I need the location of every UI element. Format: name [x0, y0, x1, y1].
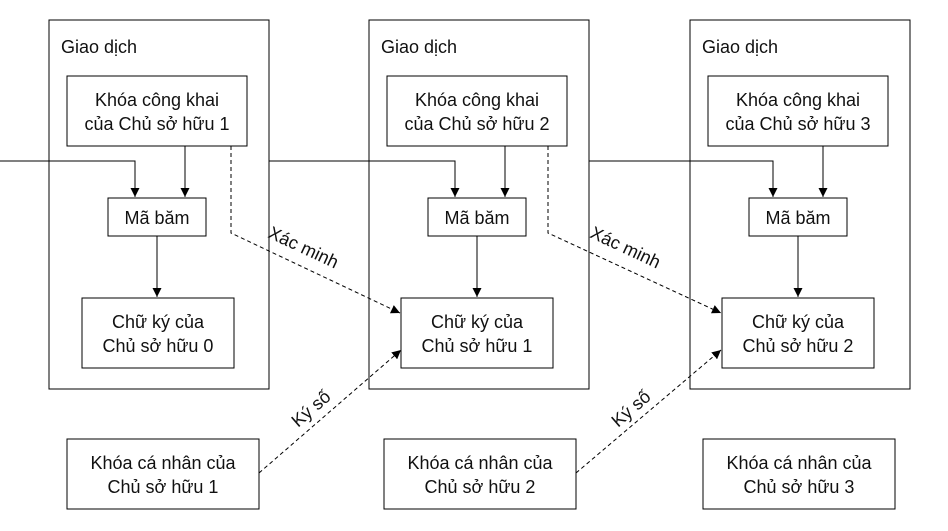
- public-key-line-1: Khóa công khai: [95, 90, 219, 110]
- transaction-3: Giao dịch Khóa công khai của Chủ sở hữu …: [689, 19, 911, 390]
- transaction-2-hash-box: Mã băm: [427, 197, 527, 237]
- transaction-2-title: Giao dịch: [381, 37, 457, 57]
- signature-line-1: Chữ ký của: [752, 312, 845, 332]
- transaction-3-hash-box: Mã băm: [748, 197, 848, 237]
- sign-arrow-2: [575, 349, 722, 474]
- transaction-2-public-key-box: Khóa công khai của Chủ sở hữu 2: [386, 75, 568, 147]
- signature-line-2: Chủ sở hữu 1: [422, 336, 533, 356]
- transaction-3-public-key-box: Khóa công khai của Chủ sở hữu 3: [707, 75, 889, 147]
- private-key-line-2: Chủ sở hữu 3: [744, 477, 855, 497]
- transaction-chain-diagram: Giao dịch Khóa công khai của Chủ sở hữu …: [0, 19, 911, 510]
- transaction-1-public-key-box: Khóa công khai của Chủ sở hữu 1: [66, 75, 248, 147]
- private-key-box-2: Khóa cá nhân của Chủ sở hữu 2: [383, 438, 577, 510]
- private-key-line-1: Khóa cá nhân của: [726, 453, 872, 473]
- signature-line-1: Chữ ký của: [112, 312, 205, 332]
- private-key-box-3: Khóa cá nhân của Chủ sở hữu 3: [702, 438, 896, 510]
- sign-label-2: Ký số: [608, 386, 655, 431]
- public-key-line-1: Khóa công khai: [415, 90, 539, 110]
- transaction-1-hash-box: Mã băm: [107, 197, 207, 237]
- verify-label-2: Xác minh: [587, 222, 663, 272]
- private-key-line-1: Khóa cá nhân của: [407, 453, 553, 473]
- hash-label: Mã băm: [765, 208, 830, 228]
- transaction-2: Giao dịch Khóa công khai của Chủ sở hữu …: [368, 19, 590, 390]
- public-key-line-2: của Chủ sở hữu 3: [726, 114, 871, 134]
- transaction-2-signature-box: Chữ ký của Chủ sở hữu 1: [400, 297, 554, 369]
- signature-line-2: Chủ sở hữu 0: [103, 336, 214, 356]
- transaction-1-signature-box: Chữ ký của Chủ sở hữu 0: [81, 297, 235, 369]
- public-key-line-1: Khóa công khai: [736, 90, 860, 110]
- transaction-3-signature-box: Chữ ký của Chủ sở hữu 2: [721, 297, 875, 369]
- public-key-line-2: của Chủ sở hữu 2: [405, 114, 550, 134]
- private-key-line-1: Khóa cá nhân của: [90, 453, 236, 473]
- signature-line-2: Chủ sở hữu 2: [743, 336, 854, 356]
- public-key-line-2: của Chủ sở hữu 1: [85, 114, 230, 134]
- transaction-1-title: Giao dịch: [61, 37, 137, 57]
- hash-label: Mã băm: [124, 208, 189, 228]
- verify-label-1: Xác minh: [265, 222, 341, 272]
- sign-label-1: Ký số: [288, 386, 335, 431]
- private-key-line-2: Chủ sở hữu 2: [425, 477, 536, 497]
- private-key-line-2: Chủ sở hữu 1: [108, 477, 219, 497]
- transaction-3-title: Giao dịch: [702, 37, 778, 57]
- private-key-box-1: Khóa cá nhân của Chủ sở hữu 1: [66, 438, 260, 510]
- hash-label: Mã băm: [444, 208, 509, 228]
- transaction-1: Giao dịch Khóa công khai của Chủ sở hữu …: [48, 19, 270, 390]
- signature-line-1: Chữ ký của: [431, 312, 524, 332]
